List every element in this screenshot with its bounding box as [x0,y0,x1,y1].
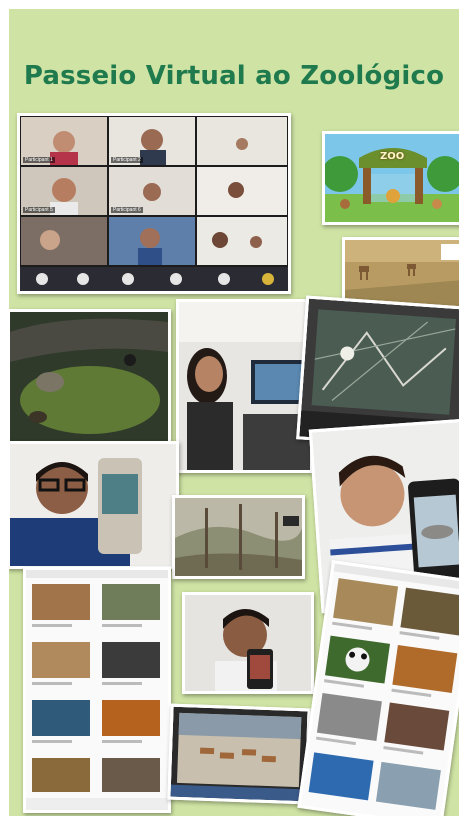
leave-icon [262,273,274,285]
participant-name: Participant 5 [23,207,55,213]
participants-icon [170,273,182,285]
video-call-grid [20,116,288,291]
woman-with-laptop-photo [176,299,313,473]
chat-icon [218,273,230,285]
hillside-landscape-photo [172,495,305,579]
zoo-app-screenshot-left [23,567,171,813]
poster-title: Passeio Virtual ao Zoológico [23,61,445,91]
video-call-screenshot: Participant 1 Participant 2 Participant … [17,113,291,294]
share-icon [122,273,134,285]
microphone-icon [36,273,48,285]
animal-enclosure-photo [9,309,171,445]
zoo-sign-text: ZOO [380,151,405,162]
laptop-gazelles-photo [167,703,311,805]
camera-icon [77,273,89,285]
collage-poster: Passeio Virtual ao Zoológico Participant… [9,9,459,816]
boy-with-phone-photo [9,441,179,569]
participant-name: Participant 2 [111,157,143,163]
participant-name: Participant 6 [111,207,143,213]
boy-holding-phone-photo [182,592,314,694]
zoo-cartoon-image: ZOO [322,131,459,225]
participant-name: Participant 1 [23,157,55,163]
